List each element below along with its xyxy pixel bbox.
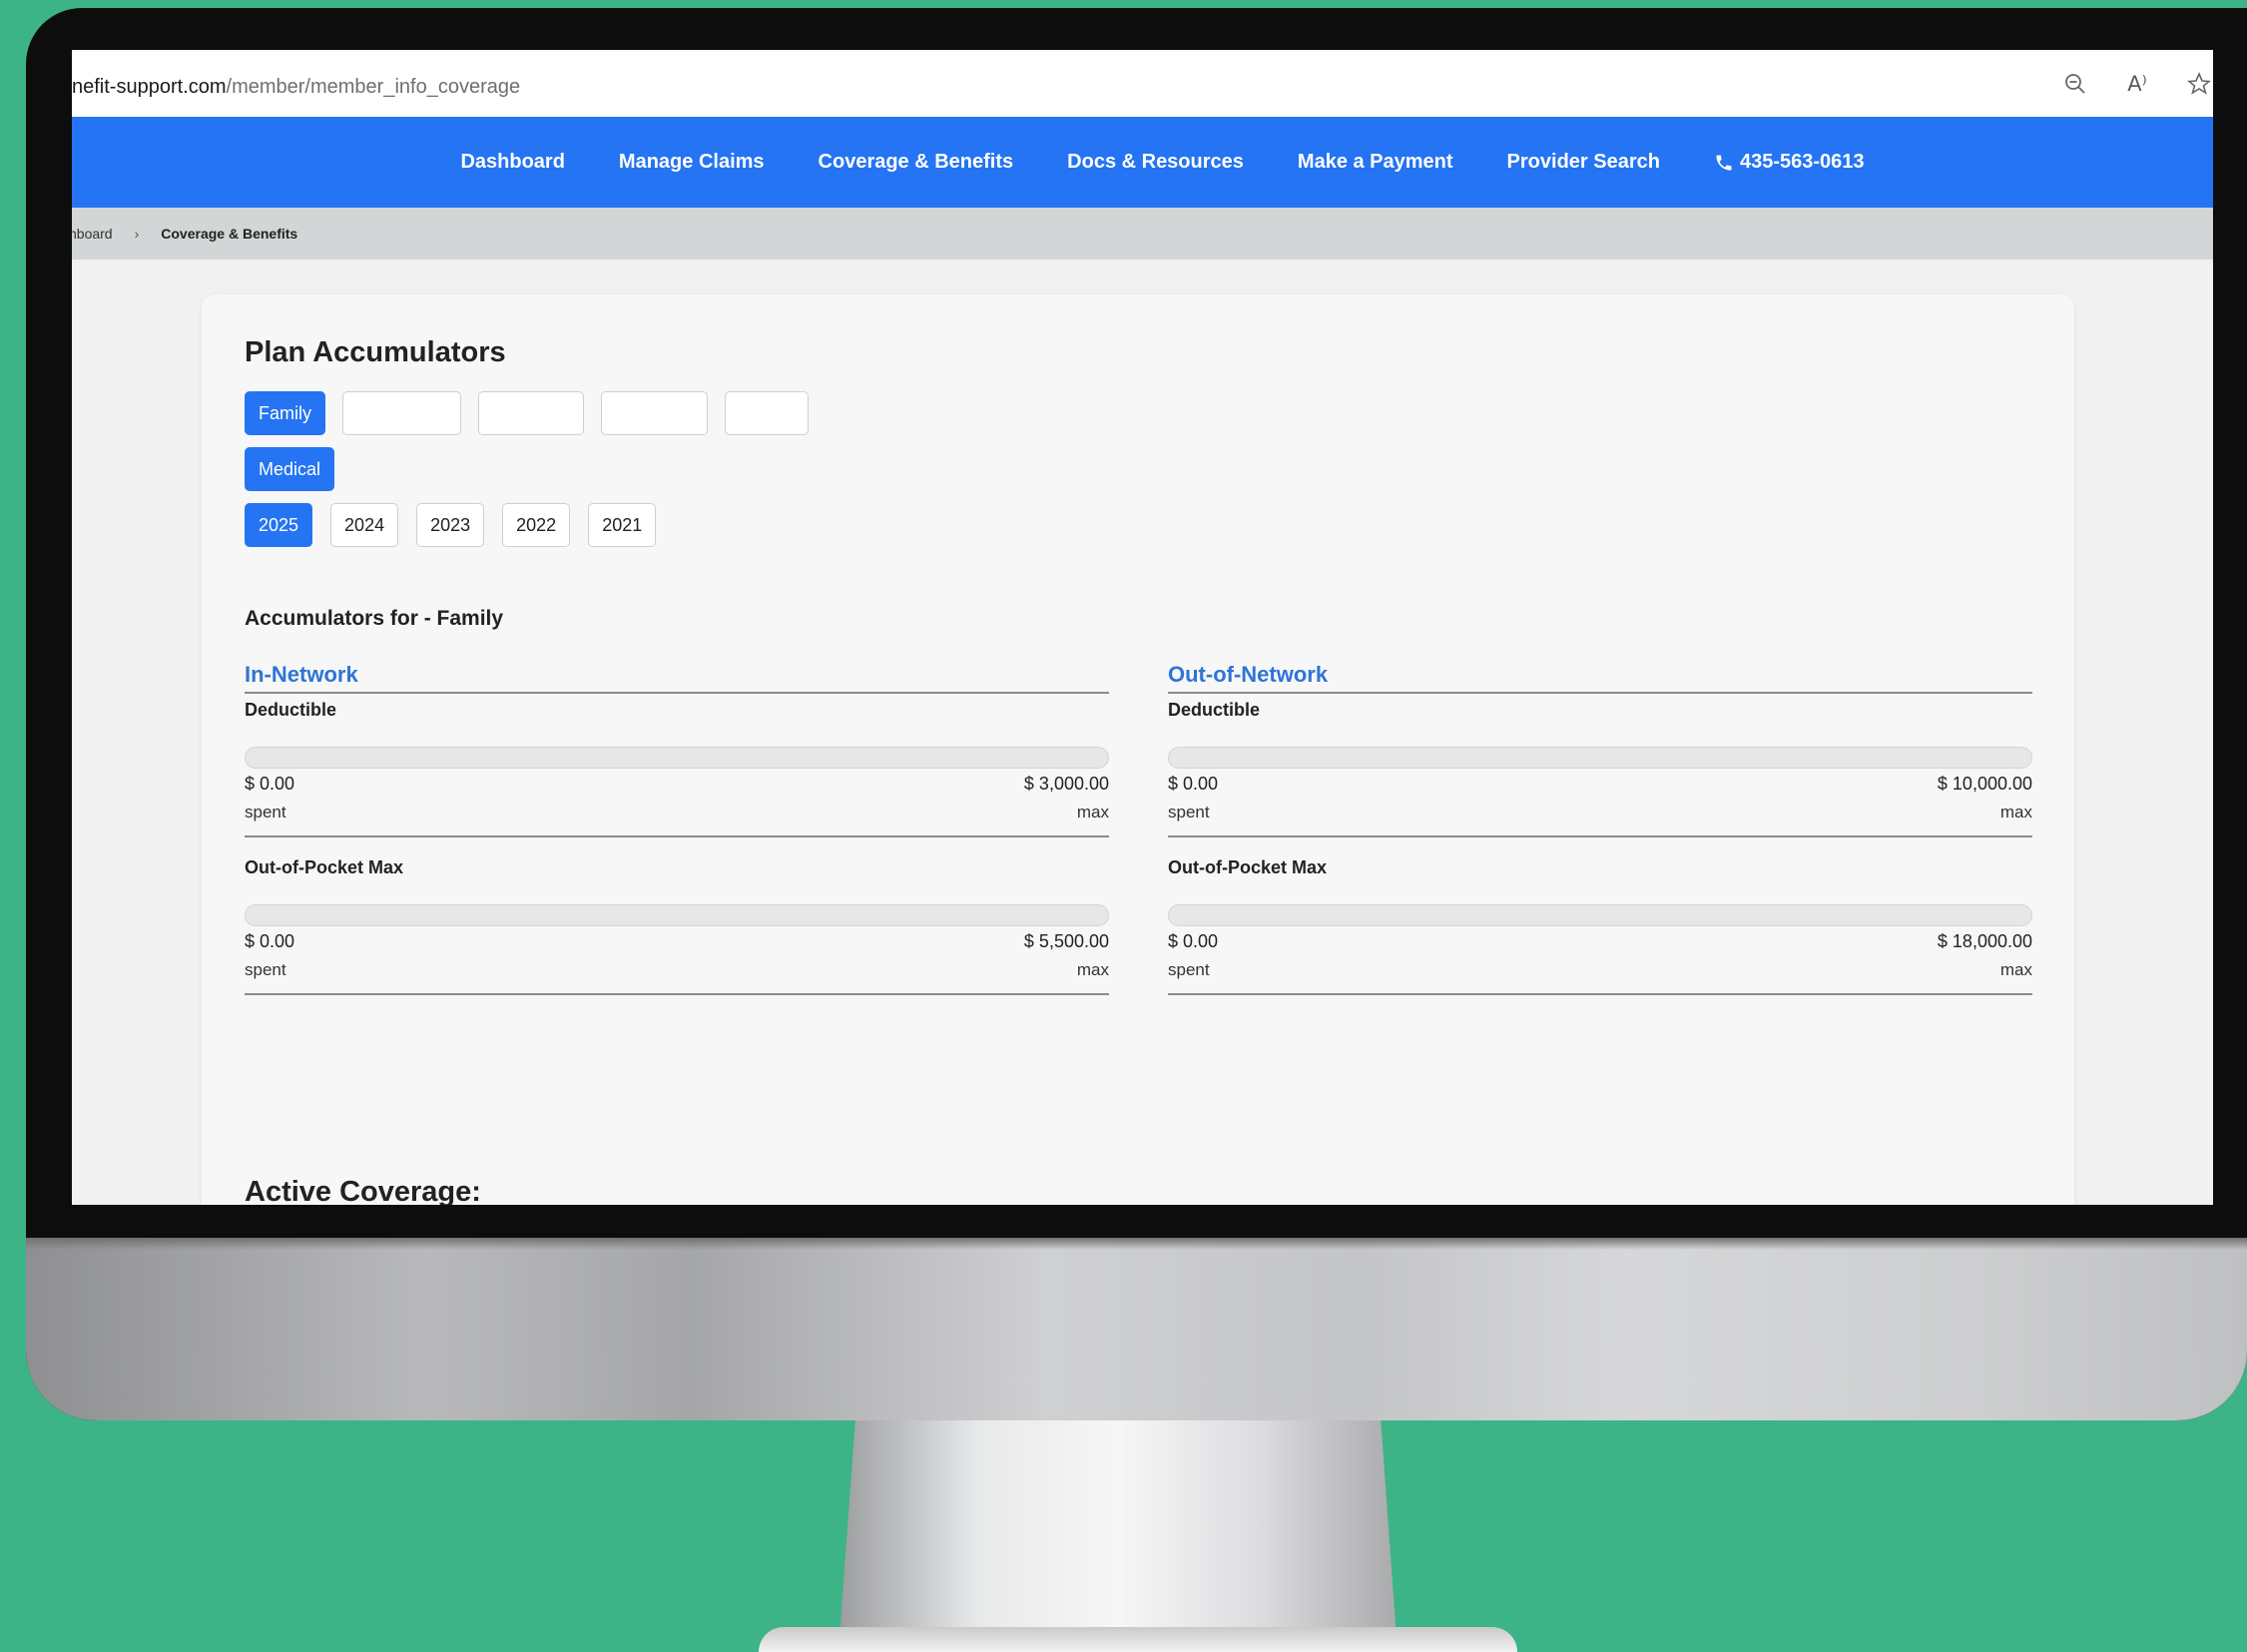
deductible-spent-value: $ 0.00 <box>245 774 295 794</box>
member-button[interactable] <box>478 391 584 435</box>
deductible-progress-bar <box>1168 747 2032 769</box>
top-navbar: Dashboard Manage Claims Coverage & Benef… <box>72 117 2213 208</box>
out-of-network-deductible: Deductible $ 0.00 $ 10,000.00 spent max <box>1168 700 2032 851</box>
breadcrumb: shboard › Coverage & Benefits <box>72 208 2213 260</box>
deductible-max-value: $ 3,000.00 <box>1023 774 1109 794</box>
breadcrumb-current: Coverage & Benefits <box>161 226 298 242</box>
nav-manage-claims[interactable]: Manage Claims <box>619 151 765 174</box>
in-network-title: In-Network <box>245 662 1109 694</box>
favorite-star-icon[interactable] <box>2185 70 2213 98</box>
member-button[interactable] <box>342 391 461 435</box>
type-button-medical[interactable]: Medical <box>245 447 335 491</box>
nav-dashboard[interactable]: Dashboard <box>460 151 564 174</box>
year-button-2025[interactable]: 2025 <box>245 503 313 547</box>
url-path: /member/member_info_coverage <box>226 76 521 98</box>
divider <box>1168 993 2032 995</box>
oop-spent-value: $ 0.00 <box>245 931 295 951</box>
max-caption: max <box>1076 803 1109 822</box>
read-aloud-icon[interactable]: A⁾ <box>2123 70 2151 98</box>
nav-phone-number: 435-563-0613 <box>1739 151 1865 173</box>
year-selector: 2025 2024 2023 2022 2021 <box>245 503 657 547</box>
oop-progress-bar <box>1168 904 2032 926</box>
spent-caption: spent <box>1168 960 1210 979</box>
out-of-network-title: Out-of-Network <box>1168 662 2032 694</box>
oop-spent-value: $ 0.00 <box>1168 931 1219 951</box>
address-bar[interactable]: nefit-support.com/member/member_info_cov… <box>72 50 2213 118</box>
deductible-label: Deductible <box>1168 700 1261 720</box>
year-button-2024[interactable]: 2024 <box>330 503 399 547</box>
browser-toolbar-icons: A⁾ <box>2061 70 2213 98</box>
nav-coverage-benefits[interactable]: Coverage & Benefits <box>819 151 1014 174</box>
phone-icon <box>1716 155 1732 170</box>
nav-provider-search[interactable]: Provider Search <box>1507 151 1660 174</box>
oop-max-value: $ 5,500.00 <box>1023 931 1109 951</box>
coverage-type-selector: Medical <box>245 447 335 491</box>
in-network-section: In-Network Deductible $ 0.00 $ 3,000.00 … <box>245 662 1109 1009</box>
member-button-family[interactable]: Family <box>245 391 325 435</box>
breadcrumb-dashboard[interactable]: shboard <box>72 226 113 242</box>
browser-screen: nefit-support.com/member/member_info_cov… <box>72 50 2213 1205</box>
url-host: nefit-support.com <box>72 76 227 98</box>
out-of-network-section: Out-of-Network Deductible $ 0.00 $ 10,00… <box>1168 662 2032 1009</box>
monitor-stand <box>839 1420 1398 1652</box>
oop-progress-bar <box>245 904 1109 926</box>
max-caption: max <box>1076 960 1109 979</box>
spent-caption: spent <box>245 960 286 979</box>
monitor-chin <box>26 1238 2247 1420</box>
accumulators-card: Plan Accumulators Family Medical 2025 20… <box>202 294 2074 1205</box>
deductible-progress-bar <box>245 747 1109 769</box>
divider <box>1168 835 2032 837</box>
max-caption: max <box>1999 803 2032 822</box>
oop-max-value: $ 18,000.00 <box>1937 931 2032 951</box>
deductible-spent-value: $ 0.00 <box>1168 774 1219 794</box>
active-coverage-heading: Active Coverage: <box>245 1176 481 1205</box>
out-of-network-oop: Out-of-Pocket Max $ 0.00 $ 18,000.00 spe… <box>1168 857 2032 1009</box>
year-button-2021[interactable]: 2021 <box>588 503 657 547</box>
nav-links: Dashboard Manage Claims Coverage & Benef… <box>460 151 1864 174</box>
spent-caption: spent <box>1168 803 1210 822</box>
monitor-base <box>759 1627 1517 1652</box>
member-button[interactable] <box>725 391 809 435</box>
breadcrumb-separator: › <box>134 226 140 242</box>
in-network-deductible: Deductible $ 0.00 $ 3,000.00 spent max <box>245 700 1109 851</box>
url-text[interactable]: nefit-support.com/member/member_info_cov… <box>72 76 520 99</box>
oop-label: Out-of-Pocket Max <box>1168 857 1328 877</box>
nav-make-payment[interactable]: Make a Payment <box>1298 151 1453 174</box>
year-button-2023[interactable]: 2023 <box>416 503 485 547</box>
zoom-out-icon[interactable] <box>2061 70 2089 98</box>
divider <box>245 993 1109 995</box>
nav-docs-resources[interactable]: Docs & Resources <box>1067 151 1244 174</box>
deductible-max-value: $ 10,000.00 <box>1937 774 2032 794</box>
member-button[interactable] <box>601 391 708 435</box>
deductible-label: Deductible <box>245 700 337 720</box>
year-button-2022[interactable]: 2022 <box>502 503 571 547</box>
oop-label: Out-of-Pocket Max <box>245 857 404 877</box>
spent-caption: spent <box>245 803 286 822</box>
in-network-oop: Out-of-Pocket Max $ 0.00 $ 5,500.00 spen… <box>245 857 1109 1009</box>
max-caption: max <box>1999 960 2032 979</box>
page-title: Plan Accumulators <box>245 336 506 368</box>
accumulators-heading: Accumulators for - Family <box>245 607 504 630</box>
divider <box>245 835 1109 837</box>
nav-phone-link[interactable]: 435-563-0613 <box>1714 151 1865 174</box>
member-selector: Family <box>245 391 809 435</box>
